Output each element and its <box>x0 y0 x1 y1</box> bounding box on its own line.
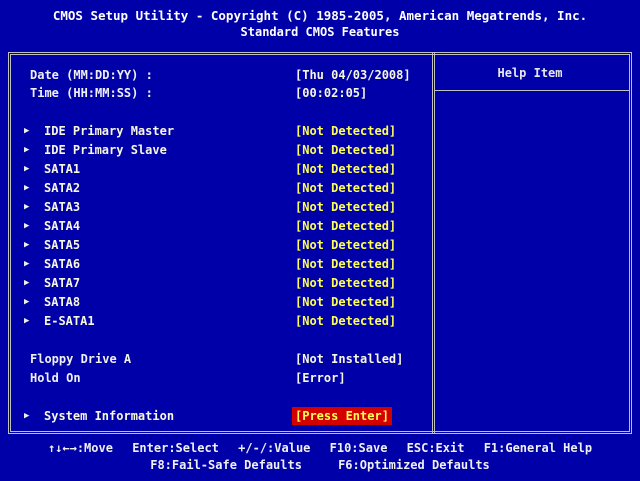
drive-label: SATA2 <box>44 181 81 195</box>
key-exit-hint: ESC:Exit <box>406 441 465 455</box>
drive-row-sata7[interactable]: ▶ SATA7 [Not Detected] <box>24 274 430 292</box>
drive-label: SATA5 <box>44 238 81 252</box>
key-select-hint: Enter:Select <box>132 441 219 455</box>
help-divider <box>435 90 629 91</box>
submenu-arrow-icon: ▶ <box>24 183 30 193</box>
drive-row-sata8[interactable]: ▶ SATA8 [Not Detected] <box>24 293 430 311</box>
date-row[interactable]: Date (MM:DD:YY) : [Thu 04/03/2008] <box>30 66 430 84</box>
drive-value: [Not Detected] <box>295 238 397 252</box>
drive-label: SATA7 <box>44 276 81 290</box>
key-legend-line2: F8:Fail-Safe Defaults F6:Optimized Defau… <box>0 457 640 474</box>
submenu-arrow-icon: ▶ <box>24 297 30 307</box>
submenu-arrow-icon: ▶ <box>24 240 30 250</box>
app-title: CMOS Setup Utility - Copyright (C) 1985-… <box>52 8 588 23</box>
drive-row-sata5[interactable]: ▶ SATA5 [Not Detected] <box>24 236 430 254</box>
header: CMOS Setup Utility - Copyright (C) 1985-… <box>0 0 640 48</box>
drive-label: SATA3 <box>44 200 81 214</box>
key-value-hint: +/-/:Value <box>238 441 311 455</box>
drive-row-ide-primary-slave[interactable]: ▶ IDE Primary Slave [Not Detected] <box>24 141 430 159</box>
floppy-row[interactable]: Floppy Drive A [Not Installed] <box>30 350 430 368</box>
page-title: Standard CMOS Features <box>240 25 400 39</box>
key-help-hint: F1:General Help <box>483 441 593 455</box>
drive-row-sata2[interactable]: ▶ SATA2 [Not Detected] <box>24 179 430 197</box>
help-panel-title: Help Item <box>497 66 563 80</box>
time-row[interactable]: Time (HH:MM:SS) : [00:02:05] <box>30 84 430 102</box>
submenu-arrow-icon: ▶ <box>24 259 30 269</box>
hold-on-value[interactable]: [Error] <box>295 369 346 387</box>
submenu-arrow-icon: ▶ <box>24 164 30 174</box>
drive-value: [Not Detected] <box>295 219 397 233</box>
floppy-label: Floppy Drive A <box>30 352 132 366</box>
submenu-arrow-icon: ▶ <box>24 221 30 231</box>
drive-value: [Not Detected] <box>295 314 397 328</box>
key-failsafe-hint: F8:Fail-Safe Defaults <box>150 458 302 472</box>
drive-label: SATA4 <box>44 219 81 233</box>
drive-label: IDE Primary Master <box>44 124 175 138</box>
submenu-arrow-icon: ▶ <box>24 316 30 326</box>
drive-label: E-SATA1 <box>44 314 95 328</box>
drive-row-sata4[interactable]: ▶ SATA4 [Not Detected] <box>24 217 430 235</box>
system-information-value[interactable]: [Press Enter] <box>292 407 392 425</box>
drive-value: [Not Detected] <box>295 162 397 176</box>
drive-value: [Not Detected] <box>295 200 397 214</box>
drive-value: [Not Detected] <box>295 124 397 138</box>
date-value[interactable]: [Thu 04/03/2008] <box>295 66 411 84</box>
floppy-value[interactable]: [Not Installed] <box>295 350 403 368</box>
key-save-hint: F10:Save <box>329 441 388 455</box>
hold-on-label: Hold On <box>30 371 81 385</box>
drive-row-sata3[interactable]: ▶ SATA3 [Not Detected] <box>24 198 430 216</box>
key-optimized-hint: F6:Optimized Defaults <box>338 458 490 472</box>
drive-row-sata1[interactable]: ▶ SATA1 [Not Detected] <box>24 160 430 178</box>
key-legend-line1: ↑↓←→:Move Enter:Select +/-/:Value F10:Sa… <box>0 440 640 457</box>
system-information-label: System Information <box>44 409 175 423</box>
key-move-hint: ↑↓←→:Move <box>47 441 113 455</box>
drive-value: [Not Detected] <box>295 143 397 157</box>
hold-on-row[interactable]: Hold On [Error] <box>30 369 430 387</box>
submenu-arrow-icon: ▶ <box>24 202 30 212</box>
submenu-arrow-icon: ▶ <box>24 278 30 288</box>
drive-label: IDE Primary Slave <box>44 143 167 157</box>
drive-value: [Not Detected] <box>295 181 397 195</box>
date-label: Date (MM:DD:YY) : <box>30 68 153 82</box>
panel-divider <box>432 52 435 434</box>
time-value[interactable]: [00:02:05] <box>295 84 367 102</box>
drive-value: [Not Detected] <box>295 257 397 271</box>
system-information-row[interactable]: ▶ System Information [Press Enter] <box>24 407 430 425</box>
drive-value: [Not Detected] <box>295 295 397 309</box>
drive-label: SATA8 <box>44 295 81 309</box>
submenu-arrow-icon: ▶ <box>24 145 30 155</box>
drive-row-e-sata1[interactable]: ▶ E-SATA1 [Not Detected] <box>24 312 430 330</box>
submenu-arrow-icon: ▶ <box>24 126 30 136</box>
drive-label: SATA1 <box>44 162 81 176</box>
time-label: Time (HH:MM:SS) : <box>30 86 153 100</box>
drive-row-sata6[interactable]: ▶ SATA6 [Not Detected] <box>24 255 430 273</box>
key-legend-footer: ↑↓←→:Move Enter:Select +/-/:Value F10:Sa… <box>0 440 640 481</box>
drive-row-ide-primary-master[interactable]: ▶ IDE Primary Master [Not Detected] <box>24 122 430 140</box>
drive-value: [Not Detected] <box>295 276 397 290</box>
submenu-arrow-icon: ▶ <box>24 411 30 421</box>
drive-label: SATA6 <box>44 257 81 271</box>
